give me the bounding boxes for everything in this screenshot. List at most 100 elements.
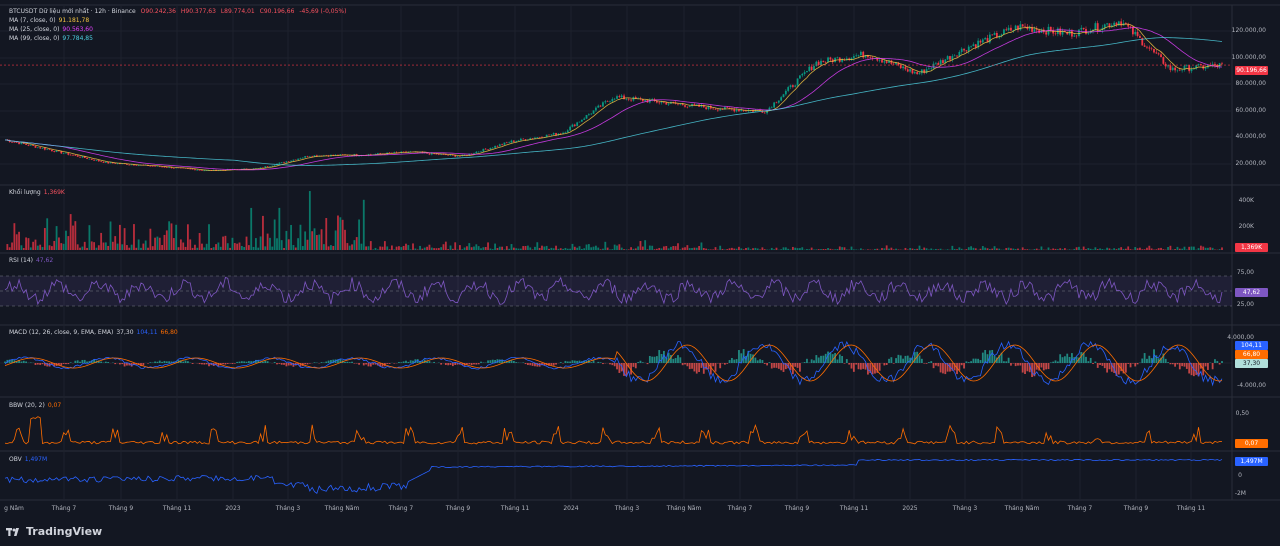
candle-body — [482, 148, 485, 152]
candle-body — [942, 60, 944, 64]
volume-bar — [219, 246, 222, 250]
volume-bar — [946, 249, 949, 250]
volume-bar — [76, 244, 79, 250]
candle-body — [294, 159, 297, 161]
volume-bar — [22, 247, 25, 250]
volume-bar — [470, 247, 473, 250]
volume-bar — [876, 248, 879, 250]
volume-bar — [1099, 248, 1101, 250]
time-tick: Tháng 11 — [162, 505, 192, 512]
obv-line — [4, 458, 1223, 495]
volume-bar — [459, 245, 461, 250]
macd-histogram-bar — [1204, 363, 1207, 367]
volume-bar — [327, 246, 330, 250]
candle-body — [1176, 69, 1179, 71]
candle-body — [97, 160, 100, 162]
candle-body — [768, 107, 771, 110]
volume-bar — [1157, 248, 1160, 250]
price-tick: 100.000,00 — [1231, 54, 1266, 61]
volume-bar — [62, 243, 65, 250]
volume-bar — [679, 249, 682, 250]
volume-bar — [967, 247, 970, 250]
volume-bar — [334, 230, 337, 250]
volume-bar — [939, 248, 942, 250]
volume-bar — [644, 240, 647, 250]
candle-body — [784, 90, 787, 95]
macd-histogram-bar — [709, 363, 712, 375]
volume-bar — [447, 249, 450, 250]
volume-bar — [1129, 249, 1132, 250]
volume-bar — [545, 245, 548, 250]
volume-bar — [829, 248, 832, 250]
volume-bar — [637, 246, 640, 250]
volume-bar — [702, 247, 705, 250]
volume-bar — [1059, 248, 1062, 250]
macd-histogram-bar — [278, 363, 281, 364]
volume-bar — [400, 247, 403, 250]
volume-bar — [834, 249, 836, 250]
candle-body — [149, 165, 152, 167]
tradingview-logo[interactable]: TradingView — [6, 525, 102, 538]
macd-histogram-bar — [243, 361, 246, 363]
volume-bar — [449, 245, 452, 250]
volume-bar — [419, 245, 421, 250]
macd-histogram-bar — [187, 361, 189, 363]
bbw-line — [4, 416, 1223, 445]
macd-histogram-bar — [487, 360, 489, 363]
volume-bar — [402, 245, 405, 250]
volume-bar — [67, 236, 70, 250]
macd-histogram-bar — [794, 363, 797, 367]
macd-histogram-bar — [182, 361, 185, 363]
macd-histogram-bar — [754, 357, 757, 363]
volume-bar — [1218, 249, 1221, 250]
macd-histogram-bar — [1188, 363, 1191, 374]
macd-histogram-bar — [813, 360, 815, 363]
candle-body — [644, 100, 647, 102]
macd-histogram-bar — [348, 362, 351, 363]
volume-bar — [348, 245, 351, 250]
macd-histogram-bar — [1042, 363, 1045, 371]
candle-body — [878, 60, 881, 61]
volume-bar — [25, 237, 28, 250]
volume-bar — [747, 247, 750, 250]
volume-bar — [34, 239, 37, 250]
macd-histogram-bar — [233, 363, 236, 364]
candle-body — [32, 145, 35, 146]
macd-histogram-bar — [524, 363, 527, 365]
macd-histogram-bar — [447, 363, 450, 366]
volume-bar — [104, 242, 107, 250]
macd-histogram-bar — [527, 363, 529, 366]
candle-body — [1136, 31, 1139, 36]
macd-histogram-bar — [714, 363, 717, 372]
macd-histogram-bar — [480, 361, 482, 363]
volume-bar — [620, 247, 623, 250]
candle-body — [965, 50, 968, 52]
candle-body — [65, 152, 67, 154]
volume-bar — [634, 248, 637, 250]
rsi-tick: 75,00 — [1236, 269, 1254, 276]
volume-bar — [1178, 248, 1181, 250]
volume-bar — [175, 224, 178, 250]
candle-body — [1120, 21, 1123, 26]
candle-body — [970, 46, 972, 47]
macd-histogram-bar — [963, 363, 965, 369]
volume-bar — [688, 248, 691, 250]
ohlc-close: C90.196,66 — [259, 8, 295, 15]
macd-histogram-bar — [440, 363, 443, 365]
volume-bar — [512, 247, 515, 250]
candle-body — [50, 149, 53, 152]
macd-histogram-bar — [695, 363, 698, 374]
candle-body — [1007, 27, 1010, 31]
volume-bar — [613, 244, 616, 250]
volume-bar — [294, 247, 297, 250]
candle-body — [787, 87, 790, 91]
macd-histogram-bar — [41, 363, 44, 365]
volume-bar — [752, 248, 754, 250]
candle-body — [841, 59, 844, 62]
volume-bar — [29, 247, 32, 250]
macd-histogram-bar — [247, 361, 250, 363]
volume-bar — [1143, 249, 1146, 250]
macd-histogram-bar — [62, 363, 65, 364]
candle-body — [501, 144, 504, 145]
macd-histogram-bar — [449, 363, 452, 366]
